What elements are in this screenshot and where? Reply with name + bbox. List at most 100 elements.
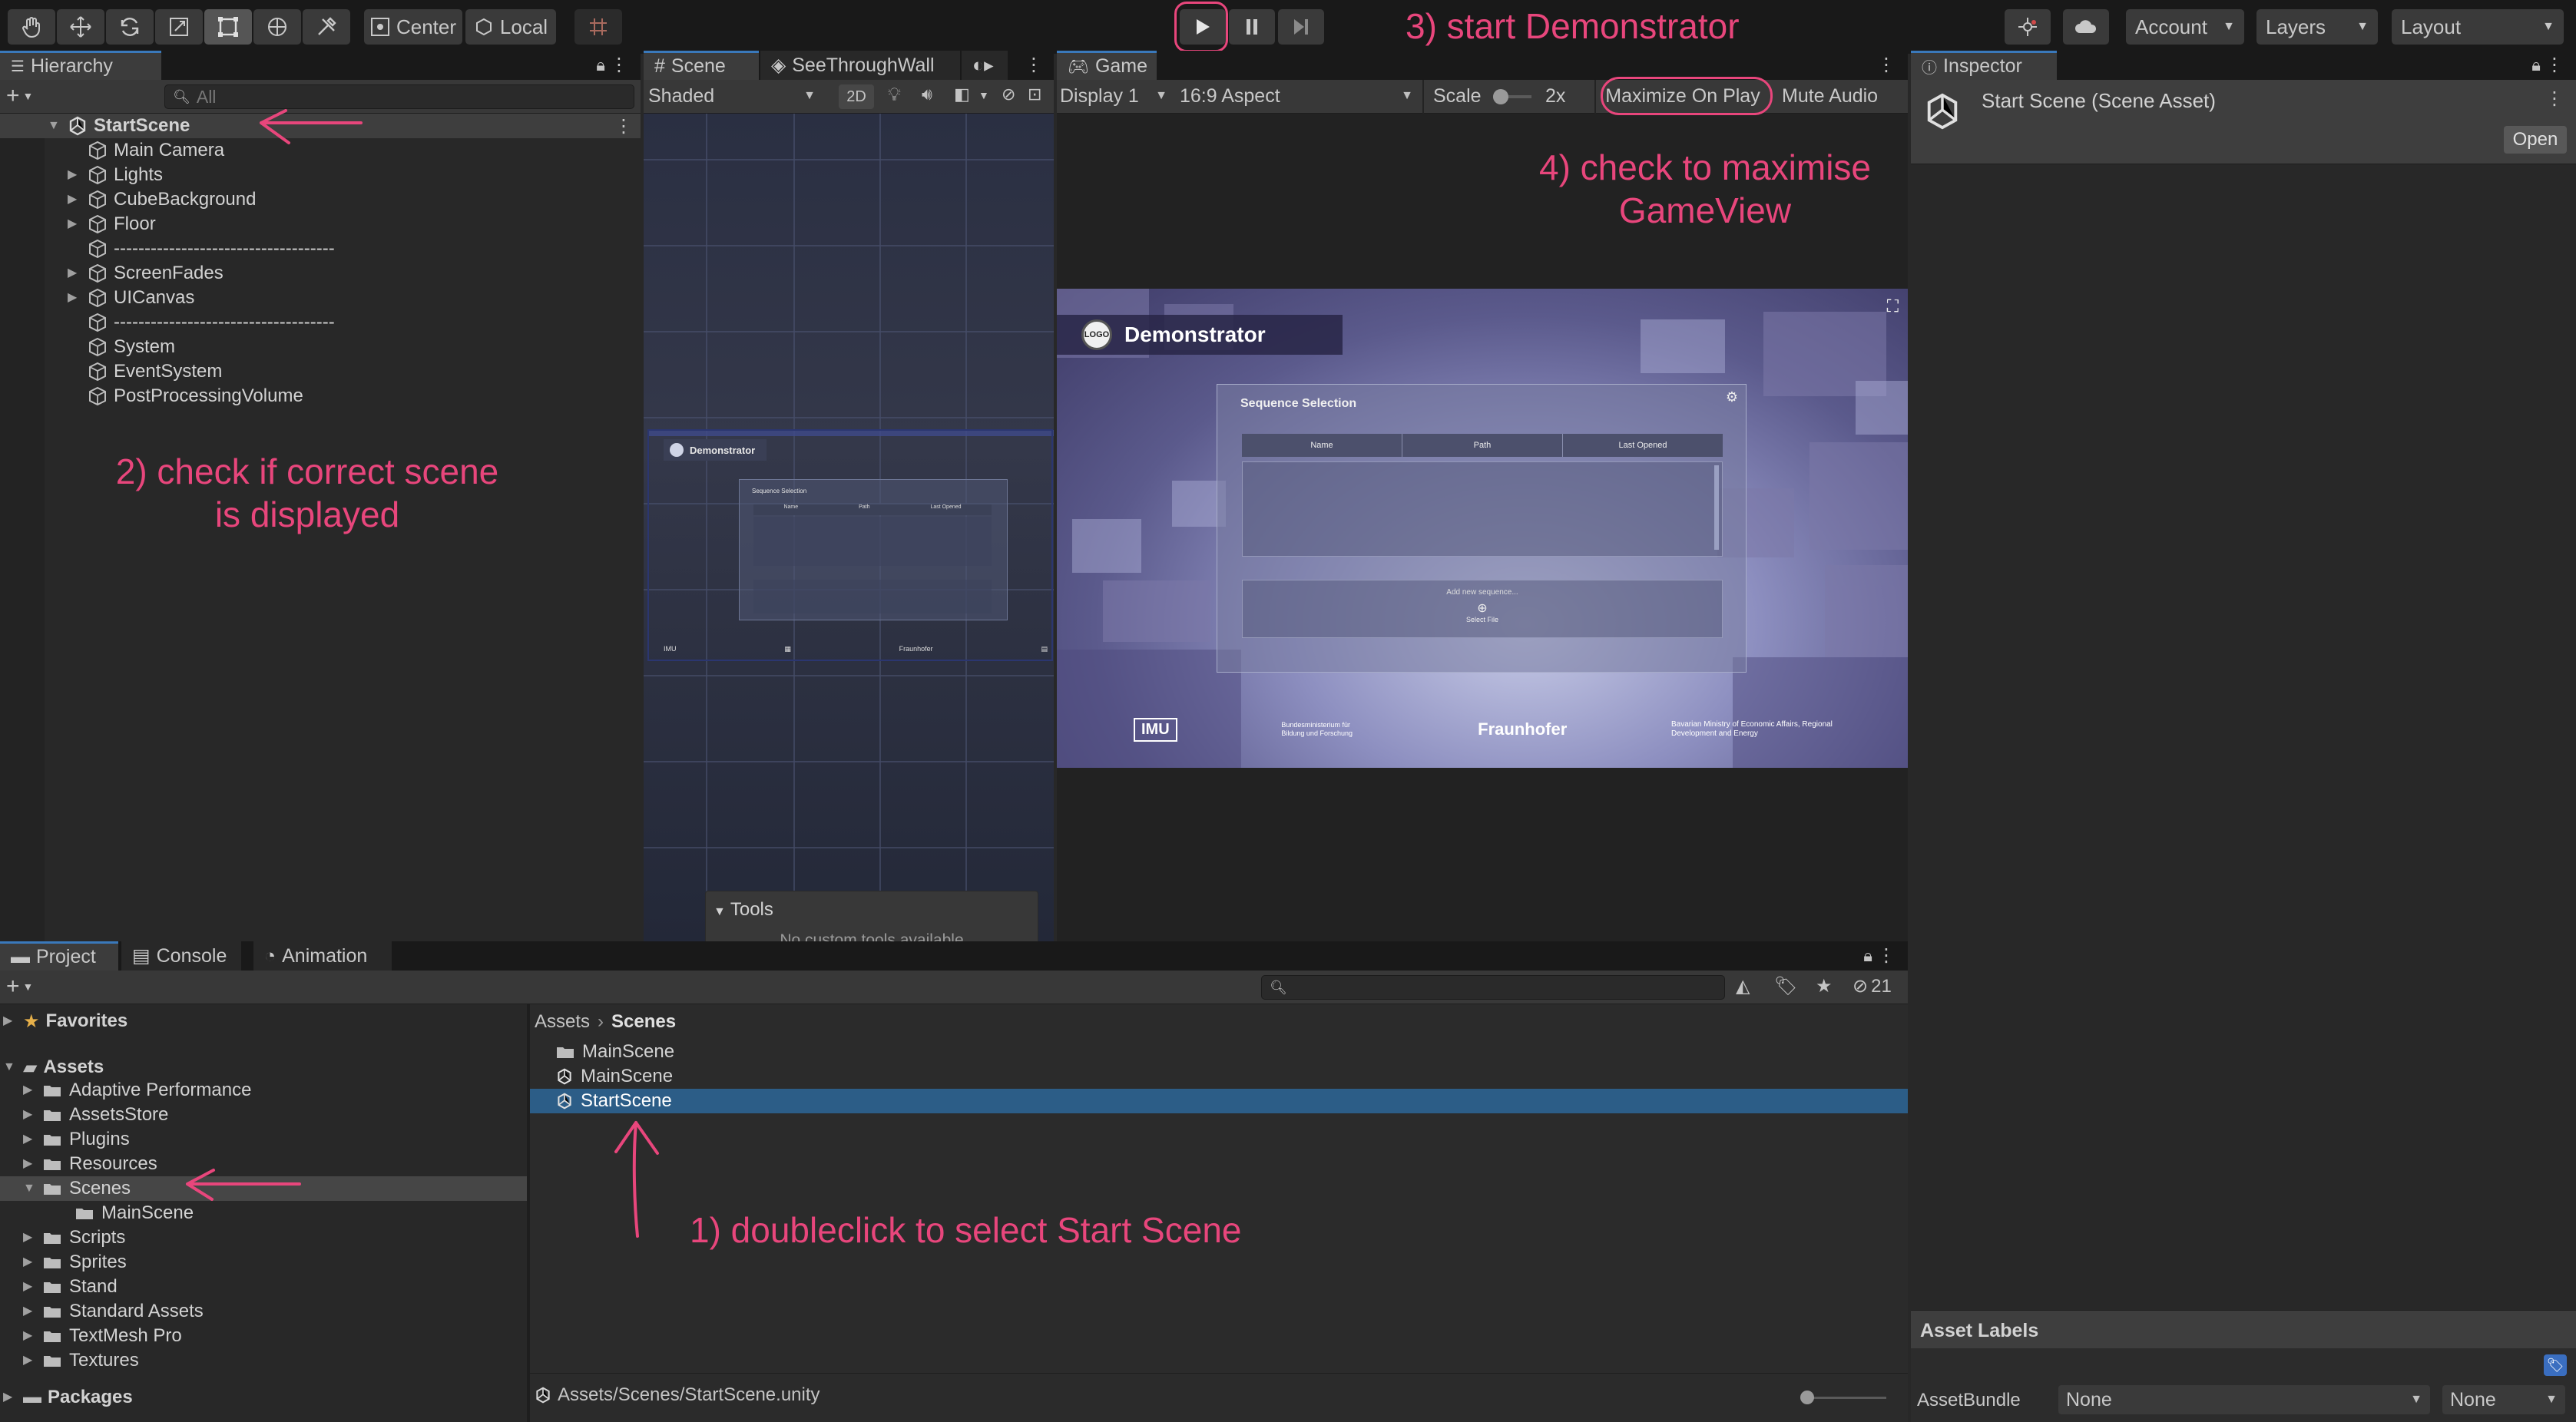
lock-icon[interactable]: 🔒︎: [2531, 55, 2541, 75]
hierarchy-item[interactable]: ------------------------------------: [68, 236, 335, 261]
move-tool-button[interactable]: [57, 9, 104, 45]
breadcrumb-current[interactable]: Scenes: [611, 1011, 676, 1033]
column-last-opened[interactable]: Last Opened: [1563, 434, 1723, 457]
scene-canvas[interactable]: Demonstrator Sequence Selection Name Pat…: [644, 114, 1054, 941]
tab-console[interactable]: ▤ Console: [121, 941, 241, 971]
cloud-button[interactable]: [2063, 9, 2109, 45]
effects-icon[interactable]: ◧: [954, 84, 970, 104]
audio-icon[interactable]: 🔊︎: [922, 84, 932, 104]
tab-game[interactable]: 🎮︎ Game: [1057, 51, 1157, 80]
chevron-down-icon[interactable]: ▼: [978, 89, 989, 101]
more-options-icon[interactable]: ⋮: [2545, 88, 2564, 110]
collab-button[interactable]: [2005, 9, 2051, 45]
settings-gear-icon[interactable]: ⚙: [1726, 389, 1738, 405]
zoom-slider-thumb[interactable]: [1800, 1391, 1814, 1404]
more-options-icon[interactable]: ⋮: [610, 54, 628, 76]
search-by-type-icon[interactable]: ◭: [1736, 975, 1750, 997]
file-item[interactable]: MainScene: [530, 1040, 1908, 1064]
folder-tree-item[interactable]: ▶ Textures: [23, 1348, 139, 1373]
folder-tree-item[interactable]: MainScene: [46, 1201, 194, 1225]
assetbundle-variant-dropdown[interactable]: None ▼: [2442, 1385, 2565, 1414]
pivot-center-button[interactable]: Center: [364, 9, 462, 45]
layout-dropdown[interactable]: Layout ▼: [2392, 9, 2564, 45]
add-sequence-area[interactable]: Add new sequence... ⊕ Select File: [1242, 580, 1723, 638]
scene-root-item[interactable]: ▼ StartScene: [48, 114, 190, 138]
more-options-icon[interactable]: ⋮: [2545, 54, 2564, 76]
folder-tree-item[interactable]: ▶ TextMesh Pro: [23, 1324, 182, 1348]
hidden-packages-toggle[interactable]: ⊘ 21: [1853, 975, 1892, 997]
transform-tool-button[interactable]: [253, 9, 301, 45]
hierarchy-item[interactable]: ▶ Lights: [68, 163, 163, 187]
packages-root-item[interactable]: ▶ ▬ Packages: [3, 1385, 133, 1410]
folder-tree-item[interactable]: ▶ Scripts: [23, 1225, 125, 1250]
rect-tool-button[interactable]: [204, 9, 252, 45]
hierarchy-item[interactable]: PostProcessingVolume: [68, 384, 303, 408]
aspect-dropdown[interactable]: 16:9 Aspect ▼: [1180, 81, 1421, 111]
custom-tool-button[interactable]: [303, 9, 350, 45]
favorites-item[interactable]: ▶ ★ Favorites: [3, 1009, 127, 1033]
lighting-icon[interactable]: 💡︎: [888, 84, 901, 106]
assetbundle-dropdown[interactable]: None ▼: [2058, 1385, 2430, 1414]
hierarchy-item[interactable]: ▶ CubeBackground: [68, 187, 256, 212]
fullscreen-icon[interactable]: ⛶: [1887, 296, 1899, 316]
asset-labels-header[interactable]: Asset Labels: [1911, 1310, 2576, 1348]
hierarchy-item[interactable]: System: [68, 335, 175, 359]
create-button[interactable]: + ▼: [6, 83, 33, 108]
tab-inspector[interactable]: ⓘ Inspector: [1911, 51, 2057, 80]
folder-tree-item[interactable]: ▶ Plugins: [23, 1127, 130, 1152]
pause-button[interactable]: [1229, 9, 1275, 45]
lock-icon[interactable]: 🔒︎: [596, 55, 605, 75]
label-tag-icon[interactable]: 🏷︎: [2544, 1354, 2567, 1376]
2d-toggle-button[interactable]: 2D: [839, 84, 874, 109]
hierarchy-item[interactable]: ▶ Floor: [68, 212, 156, 236]
hierarchy-item[interactable]: EventSystem: [68, 359, 222, 384]
tab-animation[interactable]: ◔ Animation: [253, 941, 392, 971]
folder-tree-item[interactable]: ▶ Stand: [23, 1275, 118, 1299]
display-dropdown[interactable]: Display 1 ▼: [1060, 81, 1175, 111]
lock-icon[interactable]: 🔒︎: [1863, 946, 1872, 966]
column-path[interactable]: Path: [1402, 434, 1563, 457]
hand-tool-button[interactable]: [8, 9, 55, 45]
hierarchy-item[interactable]: ▶ UICanvas: [68, 286, 194, 310]
folder-tree-item[interactable]: ▼ Scenes: [23, 1176, 131, 1201]
tab-scene[interactable]: # Scene: [644, 51, 759, 80]
search-by-label-icon[interactable]: 🏷︎: [1774, 975, 1797, 997]
column-name[interactable]: Name: [1242, 434, 1402, 457]
hierarchy-item[interactable]: ------------------------------------: [68, 310, 335, 335]
tab-project[interactable]: ▬ Project: [0, 941, 118, 971]
breadcrumb-root[interactable]: Assets: [535, 1011, 590, 1033]
tab-overflow[interactable]: ◐▸: [962, 51, 1008, 80]
favorites-star-icon[interactable]: ★: [1816, 975, 1833, 997]
game-render[interactable]: ⛶ LOGO Demonstrator Sequence Selection ⚙…: [1057, 289, 1908, 768]
folder-tree-item[interactable]: ▶ Standard Assets: [23, 1299, 204, 1324]
tab-hierarchy[interactable]: ☰ Hierarchy: [0, 51, 161, 80]
assets-root-item[interactable]: ▼ ▰ Assets: [3, 1055, 104, 1080]
more-options-icon[interactable]: ⋮: [1877, 54, 1896, 76]
create-asset-button[interactable]: + ▼: [6, 974, 33, 999]
shading-mode-dropdown[interactable]: Shaded ▼: [648, 81, 823, 111]
folder-tree-item[interactable]: ▶ Resources: [23, 1152, 157, 1176]
scale-slider-thumb[interactable]: [1493, 89, 1508, 104]
hierarchy-search-input[interactable]: 🔍︎ All: [164, 84, 634, 109]
open-button[interactable]: Open: [2504, 126, 2567, 154]
zoom-slider-track[interactable]: [1802, 1397, 1886, 1399]
folder-tree-item[interactable]: ▶ Sprites: [23, 1250, 127, 1275]
step-button[interactable]: [1278, 9, 1324, 45]
hierarchy-item[interactable]: ▶ ScreenFades: [68, 261, 223, 286]
hierarchy-item[interactable]: Main Camera: [68, 138, 224, 163]
mute-audio-toggle[interactable]: Mute Audio: [1782, 81, 1889, 111]
grid-snap-button[interactable]: [574, 9, 622, 45]
more-options-icon[interactable]: ⋮: [1025, 54, 1043, 76]
project-search-input[interactable]: 🔍︎: [1261, 975, 1725, 1000]
rotate-tool-button[interactable]: [106, 9, 154, 45]
visibility-icon[interactable]: ⊘: [1002, 84, 1015, 104]
tab-seethroughwall[interactable]: ◈ SeeThroughWall: [760, 51, 960, 80]
file-item-selected[interactable]: StartScene: [530, 1089, 1908, 1113]
pivot-local-button[interactable]: Local: [465, 9, 556, 45]
folder-tree-item[interactable]: ▶ AssetsStore: [23, 1103, 168, 1127]
camera-icon[interactable]: ⊡: [1028, 84, 1041, 104]
scale-tool-button[interactable]: [155, 9, 203, 45]
more-options-icon[interactable]: ⋮: [1877, 944, 1896, 967]
layers-dropdown[interactable]: Layers ▼: [2256, 9, 2378, 45]
table-scrollbar[interactable]: [1714, 465, 1719, 550]
